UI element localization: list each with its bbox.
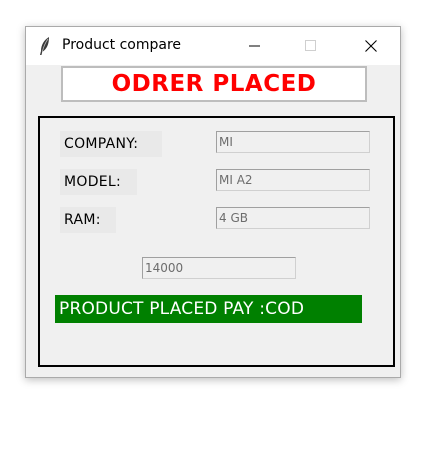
title-bar[interactable]: Product compare bbox=[26, 27, 400, 65]
order-status-heading: ODRER PLACED bbox=[61, 66, 367, 102]
ram-field[interactable] bbox=[216, 207, 370, 229]
company-field[interactable] bbox=[216, 131, 370, 153]
ram-label: RAM: bbox=[60, 207, 116, 233]
maximize-button bbox=[288, 27, 334, 65]
close-icon bbox=[365, 37, 377, 56]
product-compare-window: Product compare ODRER PLACED COMPANY: MO… bbox=[25, 26, 401, 378]
maximize-icon bbox=[305, 37, 317, 56]
heading-text: ODRER PLACED bbox=[111, 71, 317, 97]
price-field[interactable] bbox=[142, 257, 296, 279]
company-label: COMPANY: bbox=[60, 131, 162, 157]
model-field[interactable] bbox=[216, 169, 370, 191]
product-details-frame: COMPANY: MODEL: RAM: PRODUCT PLACED PAY … bbox=[38, 116, 395, 367]
window-title: Product compare bbox=[62, 37, 182, 53]
feather-icon bbox=[38, 36, 52, 56]
minimize-icon bbox=[249, 37, 261, 56]
minimize-button[interactable] bbox=[232, 27, 278, 65]
payment-status-banner: PRODUCT PLACED PAY :COD bbox=[55, 295, 362, 323]
model-label: MODEL: bbox=[60, 169, 137, 195]
close-button[interactable] bbox=[348, 27, 394, 65]
